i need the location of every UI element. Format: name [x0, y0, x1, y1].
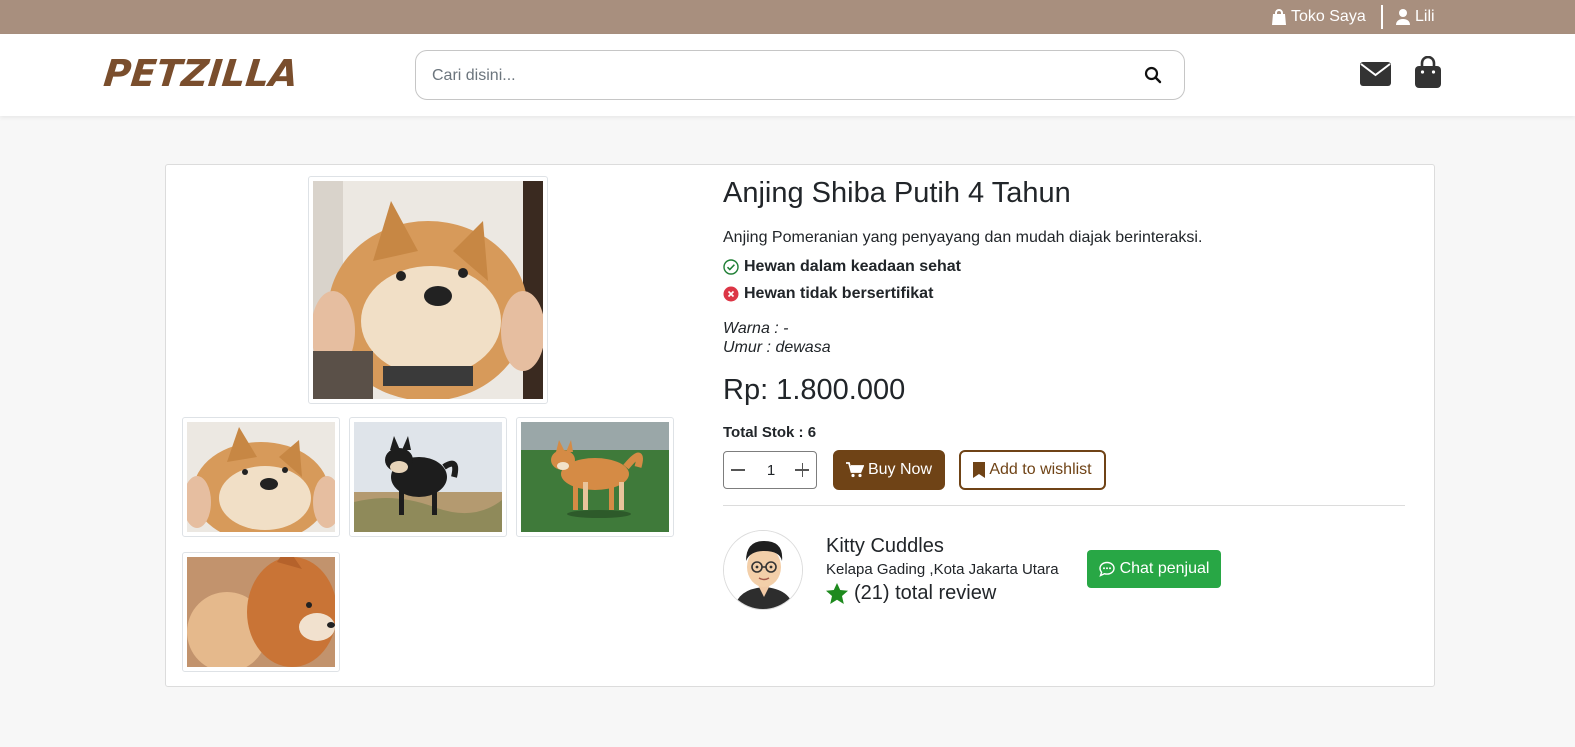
shiba-face-image — [313, 181, 543, 399]
user-name-label: Lili — [1415, 8, 1435, 25]
thumbnail-image-1[interactable] — [182, 417, 340, 537]
seller-review: (21) total review — [826, 582, 996, 605]
quantity-increase-button[interactable] — [792, 460, 812, 480]
seller-avatar[interactable] — [723, 530, 803, 610]
shiba-face-thumb — [187, 422, 335, 532]
chat-seller-label: Chat penjual — [1119, 560, 1210, 577]
seller-avatar-image — [724, 531, 802, 609]
search-input[interactable] — [432, 63, 1112, 89]
chat-seller-button[interactable]: Chat penjual — [1087, 550, 1221, 588]
chat-icon — [1098, 561, 1115, 577]
toko-saya-label: Toko Saya — [1291, 8, 1366, 25]
quantity-value[interactable]: 1 — [754, 462, 788, 479]
main-navbar: PETZILLA — [0, 34, 1575, 116]
health-status: Hewan dalam keadaan sehat — [723, 258, 961, 276]
main-product-image[interactable] — [308, 176, 548, 404]
certificate-status-label: Hewan tidak bersertifikat — [744, 285, 934, 302]
star-icon — [826, 583, 848, 604]
bag-icon — [1272, 9, 1286, 25]
cart-icon — [845, 462, 864, 478]
certificate-status: Hewan tidak bersertifikat — [723, 285, 933, 303]
buy-now-label: Buy Now — [867, 461, 933, 478]
buy-now-button[interactable]: Buy Now — [833, 450, 945, 490]
product-title: Anjing Shiba Putih 4 Tahun — [723, 177, 1071, 209]
user-icon — [1396, 9, 1410, 25]
search-box — [415, 50, 1185, 100]
x-circle-icon — [723, 286, 739, 302]
search-icon[interactable] — [1144, 66, 1162, 89]
shiba-profile-thumb — [187, 557, 335, 667]
product-color: Warna : - — [723, 320, 789, 337]
petzilla-logo[interactable]: PETZILLA — [102, 52, 301, 95]
toko-saya-link[interactable]: Toko Saya — [1272, 0, 1366, 34]
bookmark-icon — [973, 462, 986, 478]
product-age: Umur : dewasa — [723, 339, 831, 356]
add-to-wishlist-label: Add to wishlist — [989, 461, 1092, 478]
black-shiba-thumb — [354, 422, 502, 532]
top-bar: Toko Saya Lili — [0, 0, 1575, 34]
thumbnail-image-4[interactable] — [182, 552, 340, 672]
topbar-divider — [1381, 5, 1383, 29]
check-circle-icon — [723, 259, 739, 275]
product-price: Rp: 1.800.000 — [723, 374, 906, 406]
seller-name[interactable]: Kitty Cuddles — [826, 535, 944, 558]
product-description: Anjing Pomeranian yang penyayang dan mud… — [723, 229, 1203, 246]
thumbnail-image-3[interactable] — [516, 417, 674, 537]
section-divider — [723, 505, 1405, 506]
thumbnail-image-2[interactable] — [349, 417, 507, 537]
quantity-decrease-button[interactable] — [728, 460, 748, 480]
quantity-stepper: 1 — [723, 451, 817, 489]
user-account-link[interactable]: Lili — [1396, 0, 1435, 34]
shopping-bag-icon[interactable] — [1414, 55, 1442, 93]
seller-review-count: (21) total review — [854, 582, 997, 604]
product-stock: Total Stok : 6 — [723, 424, 817, 441]
mail-icon[interactable] — [1360, 62, 1391, 91]
add-to-wishlist-button[interactable]: Add to wishlist — [959, 450, 1106, 490]
product-card: Anjing Shiba Putih 4 Tahun Anjing Pomera… — [165, 164, 1435, 687]
seller-location: Kelapa Gading ,Kota Jakarta Utara — [826, 561, 1059, 578]
health-status-label: Hewan dalam keadaan sehat — [744, 258, 961, 275]
shiba-standing-thumb — [521, 422, 669, 532]
